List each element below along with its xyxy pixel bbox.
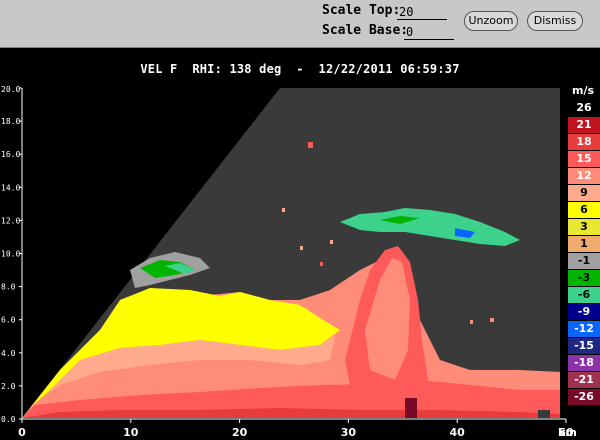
scale-top-label: Scale Top:: [322, 3, 401, 18]
colorbar-level: -1: [568, 253, 600, 269]
control-bar: Scale Top: Scale Base: Unzoom Dismiss: [0, 0, 600, 48]
y-tick-label: 18.0: [1, 117, 20, 126]
colorbar-level: 21: [568, 117, 600, 133]
x-tick-label: 40: [450, 426, 466, 439]
colorbar-level: -3: [568, 270, 600, 286]
y-tick-label: 2.0: [1, 382, 16, 391]
x-unit-label: km: [558, 426, 577, 439]
y-tick-label: 4.0: [1, 349, 16, 358]
x-tick-label: 30: [341, 426, 357, 439]
rhi-plot[interactable]: 0.02.04.06.08.010.012.014.016.018.020.0 …: [0, 80, 600, 440]
scale-top-input[interactable]: [397, 4, 447, 20]
colorbar-level: 18: [568, 134, 600, 150]
y-tick-label: 12.0: [1, 216, 20, 225]
colorbar-level: -26: [568, 389, 600, 405]
y-tick-label: 6.0: [1, 316, 16, 325]
colorbar-level: 3: [568, 219, 600, 235]
y-tick-label: 20.0: [1, 85, 20, 94]
colorbar-level: -15: [568, 338, 600, 354]
scale-base-label: Scale Base:: [322, 23, 409, 38]
colorbar-level: 12: [568, 168, 600, 184]
y-ticks: 0.0 2.0 4.0 6.0 8.0 10.0 12.0 14.0 16.0 18.0 20.0: [1, 85, 22, 424]
x-tick-label: 20: [232, 426, 248, 439]
colorbar-level: 15: [568, 151, 600, 167]
colorbar-level: -12: [568, 321, 600, 337]
x-tick-label: 10: [123, 426, 139, 439]
colorbar-level: -21: [568, 372, 600, 388]
y-tick-label: 10.0: [1, 250, 20, 259]
colorbar-level: 9: [568, 185, 600, 201]
colorbar-level: 26: [568, 100, 600, 116]
y-tick-label: 8.0: [1, 283, 16, 292]
colorbar-level: 6: [568, 202, 600, 218]
y-tick-label: 14.0: [1, 183, 20, 192]
colorbar-unit: m/s: [572, 84, 595, 97]
y-tick-label: 16.0: [1, 150, 20, 159]
colorbar-level: -6: [568, 287, 600, 303]
x-ticks: 0 10 20 30 40 50: [18, 419, 574, 439]
colorbar-level: -18: [568, 355, 600, 371]
colorbar-level: 1: [568, 236, 600, 252]
scale-base-input[interactable]: [404, 24, 454, 40]
x-tick-label: 0: [18, 426, 26, 439]
unzoom-button[interactable]: Unzoom: [464, 11, 518, 31]
colorbar-level: -9: [568, 304, 600, 320]
dismiss-button[interactable]: Dismiss: [527, 11, 583, 31]
plot-title: VEL F RHI: 138 deg - 12/22/2011 06:59:37: [140, 62, 460, 76]
y-tick-label: 0.0: [1, 415, 16, 424]
